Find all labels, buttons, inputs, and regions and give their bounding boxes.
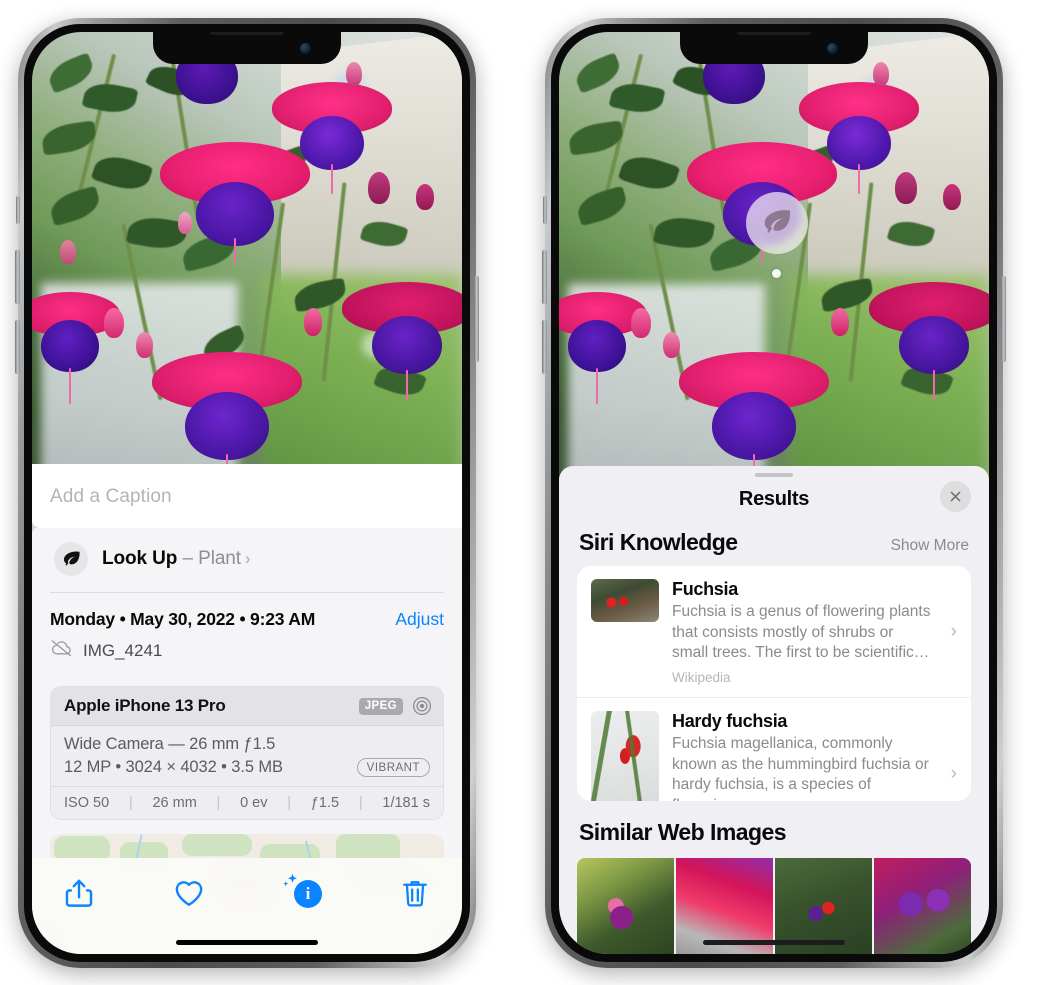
siri-knowledge-title: Siri Knowledge	[579, 529, 738, 556]
heart-icon[interactable]	[172, 876, 206, 910]
results-sheet: Results Siri Knowledge Show More Fuchsia…	[559, 466, 989, 954]
list-item[interactable]: Fuchsia Fuchsia is a genus of flowering …	[577, 566, 971, 697]
stat-separator: |	[128, 795, 133, 811]
photo-viewer[interactable]	[559, 32, 989, 482]
metadata-block: Monday • May 30, 2022 • 9:23 AM Adjust I…	[32, 593, 462, 672]
similar-web-images-title: Similar Web Images	[579, 819, 787, 845]
results-title: Results	[738, 488, 810, 511]
exif-stat-iso: ISO 50	[64, 795, 110, 811]
look-up-dash: –	[177, 548, 199, 569]
leaf-icon	[54, 542, 88, 576]
cloud-slash-icon	[50, 639, 74, 662]
filename: IMG_4241	[83, 640, 163, 660]
specs-line: 12 MP • 3024 × 4032 • 3.5 MB	[64, 758, 283, 776]
adjust-button[interactable]: Adjust	[395, 609, 444, 630]
iphone-left: Add a Caption Look Up – Plant › Monday •…	[15, 18, 479, 968]
close-icon[interactable]	[940, 481, 971, 513]
home-indicator[interactable]	[703, 940, 845, 945]
exif-stat-focal: 26 mm	[152, 795, 197, 811]
chevron-right-icon: ›	[244, 549, 251, 568]
volume-up-button[interactable]	[542, 250, 547, 304]
device-name: Apple iPhone 13 Pro	[64, 696, 226, 715]
photographic-style-chip: VIBRANT	[356, 758, 430, 777]
exif-header: Apple iPhone 13 Pro JPEG	[51, 687, 443, 726]
share-icon[interactable]	[62, 876, 96, 910]
siri-knowledge-card: Fuchsia Fuchsia is a genus of flowering …	[577, 566, 971, 801]
stat-separator: |	[216, 795, 221, 811]
capture-date: Monday • May 30, 2022 • 9:23 AM	[50, 609, 316, 629]
fuchsia-thumbnail	[591, 579, 659, 623]
look-up-row[interactable]: Look Up – Plant ›	[32, 521, 462, 592]
show-more-button[interactable]: Show More	[891, 537, 969, 555]
similar-image-4[interactable]	[874, 858, 971, 954]
notch	[680, 32, 868, 64]
volume-up-button[interactable]	[15, 250, 20, 304]
screen-left: Add a Caption Look Up – Plant › Monday •…	[32, 32, 462, 954]
stat-separator: |	[287, 795, 292, 811]
knowledge-title: Hardy fuchsia	[672, 711, 788, 732]
trash-icon[interactable]	[398, 876, 432, 910]
caption-input[interactable]: Add a Caption	[32, 464, 462, 528]
exif-stat-aperture: ƒ1.5	[310, 795, 340, 811]
leaf-icon	[764, 210, 791, 233]
hardy-fuchsia-thumbnail	[591, 711, 659, 801]
device-bezel: Add a Caption Look Up – Plant › Monday •…	[24, 24, 470, 962]
exif-stat-ev: 0 ev	[240, 795, 268, 811]
front-camera-icon	[827, 43, 838, 54]
screenshot-stage: Add a Caption Look Up – Plant › Monday •…	[0, 0, 1055, 985]
power-button[interactable]	[474, 276, 479, 362]
look-up-subject: Plant	[198, 548, 241, 569]
notch	[153, 32, 341, 64]
silent-switch[interactable]	[543, 196, 547, 224]
volume-down-button[interactable]	[542, 320, 547, 374]
silent-switch[interactable]	[16, 196, 20, 224]
sparkles-icon	[32, 521, 43, 543]
power-button[interactable]	[1001, 276, 1006, 362]
front-camera-icon	[300, 43, 311, 54]
exif-stats-row: ISO 50 | 26 mm | 0 ev | ƒ1.5 | 1/181 s	[51, 786, 443, 819]
chevron-right-icon: ›	[950, 763, 957, 785]
exif-body: Wide Camera — 26 mm ƒ1.5 12 MP • 3024 × …	[51, 726, 443, 786]
chevron-right-icon: ›	[950, 620, 957, 642]
siri-knowledge-header: Siri Knowledge Show More	[559, 527, 989, 566]
look-up-label: Look Up – Plant ›	[102, 548, 251, 570]
exif-stat-shutter: 1/181 s	[382, 795, 430, 811]
stat-separator: |	[358, 795, 363, 811]
knowledge-source: Wikipedia	[672, 670, 731, 686]
lens-line: Wide Camera — 26 mm ƒ1.5	[64, 735, 276, 753]
exif-card[interactable]: Apple iPhone 13 Pro JPEG Wide Camera — 2…	[50, 686, 444, 820]
similar-web-images-header: Similar Web Images	[559, 801, 989, 856]
look-up-block: Look Up – Plant › Monday • May 30, 2022 •…	[32, 521, 462, 898]
info-button-label: i	[294, 880, 322, 908]
iphone-right: Results Siri Knowledge Show More Fuchsia…	[542, 18, 1006, 968]
earpiece-speaker	[737, 32, 811, 35]
format-chip: JPEG	[358, 697, 403, 715]
device-bezel: Results Siri Knowledge Show More Fuchsia…	[551, 24, 997, 962]
list-item[interactable]: Hardy fuchsia Fuchsia magellanica, commo…	[577, 697, 971, 801]
visual-look-up-badge[interactable]	[746, 192, 808, 254]
knowledge-title: Fuchsia	[672, 579, 738, 600]
earpiece-speaker	[210, 32, 284, 35]
look-up-title: Look Up	[102, 548, 178, 569]
photo-viewer[interactable]	[32, 32, 462, 480]
photo-info-sheet: Add a Caption Look Up – Plant › Monday •…	[32, 464, 462, 954]
knowledge-description: Fuchsia is a genus of flowering plants t…	[672, 603, 931, 662]
aperture-icon	[412, 696, 432, 716]
volume-down-button[interactable]	[15, 320, 20, 374]
screen-right: Results Siri Knowledge Show More Fuchsia…	[559, 32, 989, 954]
visual-look-up-dot	[772, 269, 781, 278]
results-header: Results	[559, 477, 989, 527]
knowledge-description: Fuchsia magellanica, commonly known as t…	[672, 735, 929, 801]
similar-image-1[interactable]	[577, 858, 674, 954]
home-indicator[interactable]	[176, 940, 318, 945]
info-sparkle-icon[interactable]: i	[282, 873, 322, 910]
